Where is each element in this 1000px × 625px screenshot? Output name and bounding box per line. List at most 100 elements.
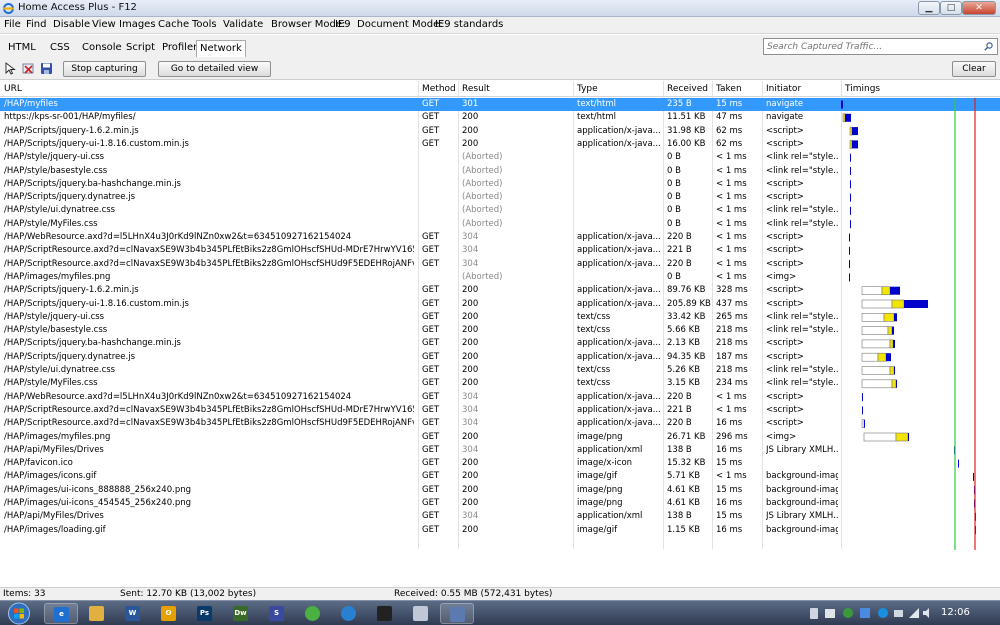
- cell-method: GET: [422, 245, 440, 256]
- cell-initiator: <link rel="style...: [766, 152, 838, 163]
- cell-url: /HAP/ScriptResource.axd?d=clNavaxSE9W3b4…: [4, 418, 414, 429]
- outlook-icon: O: [161, 606, 176, 621]
- taskbar-dreamweaver[interactable]: Dw: [224, 603, 258, 624]
- cell-taken: 218 ms: [716, 338, 748, 349]
- tab-network[interactable]: Network: [196, 40, 246, 57]
- timing-transfer-segment: [973, 472, 974, 481]
- menu-cache[interactable]: Cache: [158, 19, 189, 30]
- windows-taskbar: e W O Ps Dw S: [0, 600, 1000, 625]
- search-icon[interactable]: [984, 42, 993, 51]
- cell-initiator: <script>: [766, 138, 804, 149]
- start-orb-icon[interactable]: [5, 602, 33, 625]
- cell-url: /HAP/images/icons.gif: [4, 471, 97, 482]
- taskbar-word[interactable]: W: [116, 603, 150, 624]
- minimize-button[interactable]: ▁: [918, 1, 940, 15]
- timing-transfer-segment: [849, 260, 850, 269]
- timings-waterfall: [841, 98, 976, 550]
- status-received: Received: 0.55 MB (572,431 bytes): [394, 589, 553, 599]
- taskbar-f12-tools[interactable]: [440, 603, 474, 624]
- menu-disable[interactable]: Disable: [53, 19, 90, 30]
- taskbar-explorer[interactable]: [80, 603, 114, 624]
- taskbar-sims[interactable]: S: [260, 603, 294, 624]
- timing-transfer-segment: [850, 167, 851, 175]
- timing-transfer-segment: [850, 220, 851, 229]
- column-header-initiator[interactable]: Initiator: [766, 84, 801, 94]
- cell-initiator: <link rel="style...: [766, 325, 838, 336]
- cell-initiator: <link rel="style...: [766, 218, 838, 229]
- taskbar-outlook[interactable]: O: [152, 603, 186, 624]
- cell-result: 301: [462, 99, 479, 109]
- cell-received: 0 B: [667, 178, 681, 189]
- taskbar-messenger[interactable]: [332, 603, 366, 624]
- timing-transfer-segment: [890, 286, 900, 295]
- document-mode-value[interactable]: IE9 standards: [435, 19, 503, 30]
- timing-wait-segment: [861, 419, 865, 429]
- timing-receive-segment: [877, 352, 887, 362]
- tab-console[interactable]: Console: [79, 40, 125, 57]
- cell-url: /HAP/style/MyFiles.css: [4, 218, 98, 229]
- cell-url: /HAP/Scripts/jquery-1.6.2.min.js: [4, 125, 139, 136]
- tab-css[interactable]: CSS: [47, 40, 73, 57]
- column-header-type[interactable]: Type: [577, 84, 598, 94]
- cell-result: 200: [462, 498, 479, 508]
- column-header-url[interactable]: URL: [4, 84, 22, 94]
- timing-wait-segment: [861, 379, 893, 389]
- cell-initiator: JS Library XMLH...: [766, 444, 838, 455]
- taskbar-spotify[interactable]: [296, 603, 330, 624]
- cell-method: GET: [422, 138, 440, 149]
- menu-file[interactable]: File: [4, 19, 21, 30]
- cell-result: 304: [462, 418, 479, 429]
- cell-method: GET: [422, 471, 440, 482]
- timing-transfer-segment: [908, 433, 909, 441]
- cell-received: 1.15 KB: [667, 524, 701, 535]
- detailed-view-button[interactable]: Go to detailed view: [158, 61, 271, 77]
- menu-view[interactable]: View: [92, 19, 116, 30]
- column-header-taken[interactable]: Taken: [716, 84, 742, 94]
- device-icon: [810, 608, 818, 619]
- dreamweaver-icon: Dw: [233, 606, 248, 621]
- taskbar-blackberry[interactable]: [368, 603, 402, 624]
- column-header-method[interactable]: Method: [422, 84, 456, 94]
- cell-type: text/css: [577, 311, 611, 322]
- save-icon[interactable]: [40, 62, 53, 75]
- cell-type: application/x-java...: [577, 245, 661, 256]
- cell-received: 220 B: [667, 232, 692, 242]
- cell-method: GET: [422, 498, 440, 508]
- cell-url: /HAP/images/ui-icons_454545_256x240.png: [4, 498, 191, 508]
- cell-received: 26.71 KB: [667, 431, 706, 442]
- menu-find[interactable]: Find: [26, 19, 47, 30]
- timing-receive-segment: [895, 432, 909, 442]
- taskbar-photoshop[interactable]: Ps: [188, 603, 222, 624]
- cell-url: /HAP/style/basestyle.css: [4, 165, 108, 176]
- cell-initiator: <script>: [766, 391, 804, 402]
- stop-capturing-button[interactable]: Stop capturing: [63, 61, 146, 77]
- clear-button[interactable]: Clear: [952, 61, 996, 77]
- menu-validate[interactable]: Validate: [223, 19, 263, 30]
- tab-html[interactable]: HTML: [5, 40, 39, 57]
- status-bar: Items: 33 Sent: 12.70 KB (13,002 bytes) …: [0, 587, 1000, 600]
- cell-initiator: <script>: [766, 298, 804, 309]
- cell-method: GET: [422, 404, 440, 415]
- browser-mode-value[interactable]: IE9: [335, 19, 351, 30]
- menu-images[interactable]: Images: [119, 19, 156, 30]
- close-window-button[interactable]: ✕: [962, 1, 996, 15]
- timing-transfer-segment: [894, 366, 895, 375]
- cell-taken: 218 ms: [716, 325, 748, 336]
- cell-url: /HAP/style/ui.dynatree.css: [4, 365, 116, 375]
- cell-received: 220 B: [667, 258, 692, 269]
- cell-type: text/css: [577, 378, 611, 389]
- timing-transfer-segment: [841, 100, 843, 109]
- tab-profiler[interactable]: Profiler: [159, 40, 200, 57]
- select-element-icon[interactable]: [4, 62, 17, 75]
- maximize-button[interactable]: □: [940, 1, 962, 15]
- column-header-result[interactable]: Result: [462, 84, 490, 94]
- taskbar-paint[interactable]: [404, 603, 438, 624]
- column-header-timings[interactable]: Timings: [845, 84, 880, 94]
- clear-entries-icon[interactable]: [22, 62, 35, 75]
- search-traffic-input[interactable]: [764, 39, 979, 54]
- timing-wait-segment: [863, 432, 897, 442]
- menu-tools[interactable]: Tools: [192, 19, 217, 30]
- column-header-received[interactable]: Received: [667, 84, 708, 94]
- tab-script[interactable]: Script: [123, 40, 158, 57]
- taskbar-ie[interactable]: e: [44, 603, 78, 624]
